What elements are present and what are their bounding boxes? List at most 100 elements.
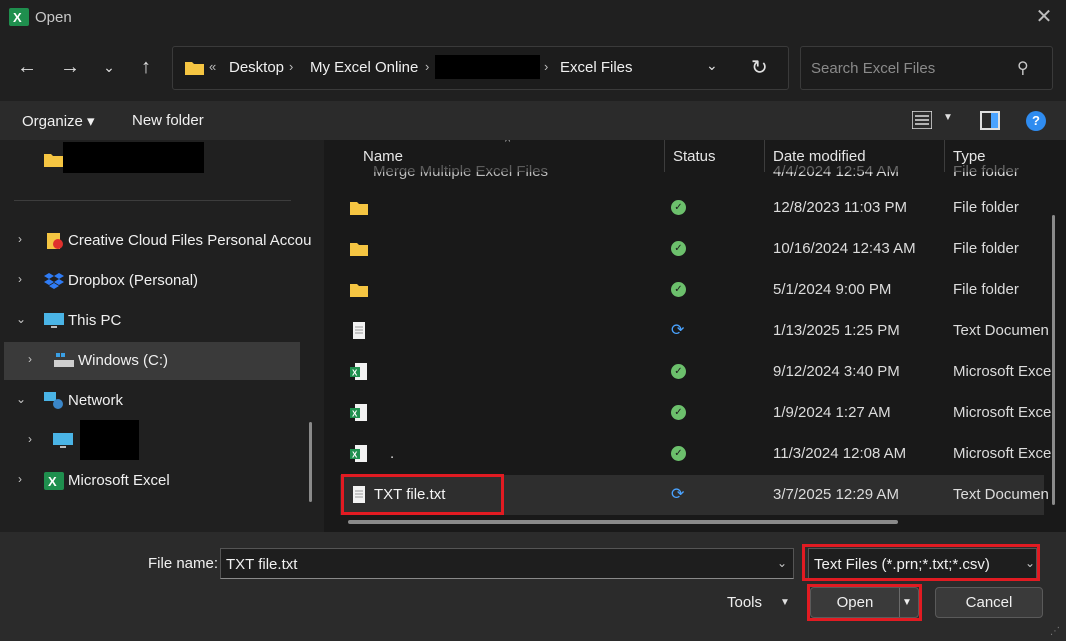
column-header-status[interactable]: Status (673, 148, 716, 165)
nav-item-creative-cloud[interactable]: › Creative Cloud Files Personal Accou (4, 222, 311, 260)
back-arrow-icon[interactable]: ← (12, 52, 42, 82)
file-name-input[interactable]: TXT file.txt ⌄ (220, 548, 794, 579)
file-date: 9/12/2024 3:40 PM (773, 363, 900, 380)
breadcrumb-excel-files[interactable]: Excel Files (560, 59, 633, 76)
up-arrow-icon[interactable]: ↑ (131, 52, 161, 82)
chevron-right-icon[interactable]: › (28, 352, 32, 366)
column-header-name[interactable]: Name (363, 148, 403, 165)
new-folder-button[interactable]: New folder (132, 112, 204, 129)
excel-file-icon: X (350, 445, 367, 462)
monitor-icon (44, 313, 64, 328)
breadcrumb-my-excel-online[interactable]: My Excel Online (310, 59, 418, 76)
tools-button[interactable]: Tools (727, 594, 762, 611)
nav-item-microsoft-excel[interactable]: › X Microsoft Excel (4, 462, 300, 500)
table-row[interactable]: X ✓ 9/12/2024 3:40 PM Microsoft Exce (340, 352, 1051, 392)
chevron-right-icon[interactable]: › (18, 272, 22, 286)
file-date: 10/16/2024 12:43 AM (773, 240, 916, 257)
row-clip (324, 165, 1064, 172)
table-row[interactable]: X . ✓ 11/3/2024 12:08 AM Microsoft Exce (340, 434, 1051, 474)
breadcrumb-separator[interactable]: › (544, 59, 548, 74)
chevron-right-icon[interactable]: › (18, 232, 22, 246)
text-file-icon (353, 322, 365, 339)
resize-grip-icon[interactable]: ⋰ (1050, 626, 1060, 637)
address-bar[interactable]: « Desktop › My Excel Online › › Excel Fi… (172, 46, 789, 90)
nav-item-network[interactable]: ⌄ Network (4, 382, 300, 420)
excel-file-icon: X (350, 363, 367, 380)
file-type: Text Documen (953, 486, 1049, 503)
table-row-selected[interactable]: TXT file.txt ⟳ 3/7/2025 12:29 AM Text Do… (340, 475, 1049, 515)
folder-icon (185, 62, 204, 75)
svg-text:X: X (352, 410, 358, 419)
synced-status-icon: ✓ (671, 446, 686, 461)
close-icon[interactable]: ✕ (1030, 6, 1058, 30)
file-name: TXT file.txt (374, 486, 446, 503)
chevron-down-icon[interactable]: ⌄ (777, 556, 787, 570)
column-divider[interactable] (664, 140, 665, 172)
cancel-button[interactable]: Cancel (935, 587, 1043, 618)
vertical-scrollbar[interactable] (1052, 215, 1055, 505)
organize-button[interactable]: Organize ▾ (22, 112, 95, 130)
table-row[interactable]: ✓ 12/8/2023 11:03 PM File folder (340, 188, 1044, 228)
svg-text:X: X (352, 451, 358, 460)
chevron-right-icon[interactable]: › (28, 432, 32, 446)
drive-icon (54, 353, 74, 367)
file-date: 1/13/2025 1:25 PM (773, 322, 900, 339)
column-divider[interactable] (944, 140, 945, 172)
help-icon[interactable]: ? (1026, 111, 1046, 131)
window-title: Open (35, 9, 72, 26)
chevron-down-icon[interactable]: ⌄ (706, 57, 718, 74)
text-file-icon (353, 486, 365, 503)
excel-file-icon: X (350, 404, 367, 421)
nav-item-network-pc[interactable]: › (4, 420, 300, 460)
synced-status-icon: ✓ (671, 200, 686, 215)
nav-item-this-pc[interactable]: ⌄ This PC (4, 302, 300, 340)
file-date: 1/9/2024 1:27 AM (773, 404, 891, 421)
scrollbar[interactable] (309, 422, 312, 502)
nav-item-windows-c[interactable]: › Windows (C:) (4, 342, 300, 380)
table-row[interactable]: ✓ 5/1/2024 9:00 PM File folder (340, 270, 1044, 310)
preview-pane-icon[interactable] (980, 111, 1000, 130)
monitor-icon (53, 433, 73, 448)
breadcrumb-separator[interactable]: › (425, 59, 429, 74)
breadcrumb-separator[interactable]: › (289, 59, 293, 74)
svg-text:X: X (13, 10, 22, 25)
caret-down-icon[interactable]: ▼ (780, 597, 790, 608)
column-header-type[interactable]: Type (953, 148, 986, 165)
synced-status-icon: ✓ (671, 282, 686, 297)
recent-locations-chevron-icon[interactable]: ⌄ (94, 52, 124, 82)
table-row[interactable]: X ✓ 1/9/2024 1:27 AM Microsoft Exce (340, 393, 1051, 433)
nav-label: Dropbox (Personal) (68, 272, 199, 289)
table-row[interactable]: ⟳ 1/13/2025 1:25 PM Text Documen (340, 311, 1049, 351)
column-header-date[interactable]: Date modified (773, 148, 866, 165)
search-input[interactable]: Search Excel Files ⚲ (800, 46, 1053, 90)
file-date: 3/7/2025 12:29 AM (773, 486, 899, 503)
command-bar: Organize ▾ New folder ▼ ? (0, 101, 1066, 140)
caret-down-icon[interactable]: ▼ (902, 588, 912, 617)
file-type: File folder (953, 199, 1019, 216)
search-icon[interactable]: ⚲ (1017, 58, 1029, 78)
chevron-down-icon[interactable]: ⌄ (16, 392, 26, 406)
chevron-right-icon[interactable]: › (18, 472, 22, 486)
forward-arrow-icon[interactable]: → (55, 52, 85, 82)
nav-item-dropbox[interactable]: › Dropbox (Personal) (4, 262, 300, 300)
refresh-icon[interactable]: ↻ (751, 55, 768, 80)
file-type: Microsoft Exce (953, 363, 1052, 380)
view-details-icon[interactable] (912, 111, 932, 129)
file-type-select[interactable]: Text Files (*.prn;*.txt;*.csv) ⌄ (808, 548, 1037, 579)
open-button[interactable]: Open ▼ (810, 587, 919, 618)
nav-label: Microsoft Excel (68, 472, 170, 489)
breadcrumb-desktop[interactable]: Desktop (229, 59, 284, 76)
horizontal-scrollbar[interactable] (348, 520, 898, 524)
column-divider[interactable] (764, 140, 765, 172)
table-row[interactable]: ✓ 10/16/2024 12:43 AM File folder (340, 229, 1044, 269)
synced-status-icon: ✓ (671, 241, 686, 256)
folder-icon (350, 243, 368, 256)
nav-label: Network (68, 392, 124, 409)
chevron-down-icon[interactable]: ⌄ (16, 312, 26, 326)
svg-text:X: X (352, 369, 358, 378)
open-button-label: Open (836, 594, 874, 611)
overflow-icon[interactable]: « (209, 59, 216, 74)
chevron-down-icon[interactable]: ⌄ (1025, 556, 1035, 570)
caret-down-icon[interactable]: ▼ (943, 112, 953, 123)
folder-icon (350, 202, 368, 215)
